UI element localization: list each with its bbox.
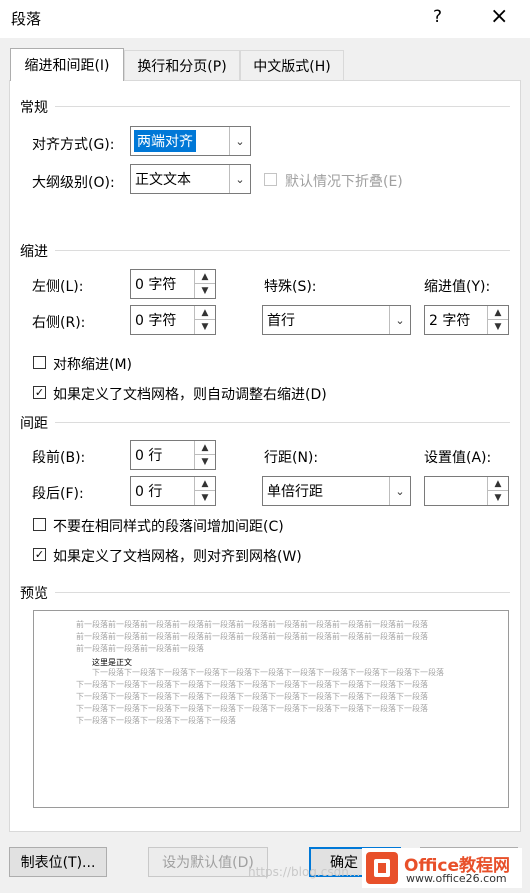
- tabs-button[interactable]: 制表位(T)...: [9, 847, 107, 877]
- tabs-button-label: 制表位(T)...: [20, 855, 96, 871]
- indent-right-spinner[interactable]: 0 字符 ▲ ▼: [130, 305, 216, 335]
- divider: [55, 592, 510, 593]
- tab-label: 缩进和间距(I): [24, 58, 110, 74]
- chevron-down-icon: ⌄: [389, 477, 410, 505]
- preview-prev-line: 前一段落前一段落前一段落前一段落前一段落前一段落前一段落前一段落前一段落前一段落…: [76, 620, 428, 629]
- outline-level-label: 大纲级别(O):: [32, 175, 115, 191]
- special-dropdown[interactable]: 首行 ⌄: [262, 305, 411, 335]
- tab-line-page-breaks[interactable]: 换行和分页(P): [124, 50, 240, 81]
- help-button[interactable]: ?: [433, 7, 442, 27]
- title-bar: [0, 0, 530, 38]
- before-label: 段前(B):: [32, 450, 86, 466]
- at-label: 设置值(A):: [424, 450, 492, 466]
- after-label: 段后(F):: [32, 486, 84, 502]
- indent-left-value: 0 字符: [135, 277, 177, 293]
- special-label: 特殊(S):: [264, 279, 317, 295]
- preview-next-line: 下一段落下一段落下一段落下一段落下一段落下一段落下一段落下一段落下一段落下一段落…: [76, 692, 428, 701]
- divider: [55, 106, 510, 107]
- outline-level-dropdown[interactable]: 正文文本 ⌄: [130, 164, 251, 194]
- indent-right-label: 右侧(R):: [32, 315, 86, 331]
- chevron-down-icon: ⌄: [229, 165, 250, 193]
- preview-next-line: 下一段落下一段落下一段落下一段落下一段落下一段落下一段落下一段落下一段落下一段落…: [76, 704, 428, 713]
- watermark-url-overlay: https://blog.csdn...: [248, 865, 361, 879]
- office-logo-icon: [366, 852, 398, 884]
- at-spinner[interactable]: ▲ ▼: [424, 476, 509, 506]
- spin-down-icon[interactable]: ▼: [195, 455, 215, 469]
- collapse-label: 默认情况下折叠(E): [285, 174, 403, 190]
- line-spacing-value: 单倍行距: [267, 484, 323, 500]
- tab-asian-typography[interactable]: 中文版式(H): [240, 50, 344, 81]
- indent-left-label: 左侧(L):: [32, 279, 84, 295]
- auto-adjust-label: 如果定义了文档网格，则自动调整右缩进(D): [53, 387, 327, 403]
- preview-pane: 前一段落前一段落前一段落前一段落前一段落前一段落前一段落前一段落前一段落前一段落…: [33, 610, 509, 808]
- spin-down-icon[interactable]: ▼: [195, 491, 215, 505]
- alignment-dropdown[interactable]: 两端对齐 ⌄: [130, 126, 251, 156]
- spin-up-icon[interactable]: ▲: [488, 306, 508, 320]
- alignment-label: 对齐方式(G):: [32, 137, 115, 153]
- line-spacing-dropdown[interactable]: 单倍行距 ⌄: [262, 476, 411, 506]
- preview-next-line: 下一段落下一段落下一段落下一段落下一段落下一段落下一段落下一段落下一段落下一段落…: [76, 680, 428, 689]
- tab-indent-spacing[interactable]: 缩进和间距(I): [10, 48, 124, 81]
- no-space-same-style-label: 不要在相同样式的段落间增加间距(C): [53, 519, 284, 535]
- spin-down-icon[interactable]: ▼: [488, 320, 508, 334]
- collapse-checkbox[interactable]: [264, 173, 277, 186]
- auto-adjust-checkbox[interactable]: ✓: [33, 386, 46, 399]
- line-spacing-label: 行距(N):: [264, 450, 319, 466]
- snap-to-grid-label: 如果定义了文档网格，则对齐到网格(W): [53, 549, 302, 565]
- tab-label: 中文版式(H): [253, 59, 331, 75]
- divider: [55, 422, 510, 423]
- chevron-down-icon: ⌄: [389, 306, 410, 334]
- spin-down-icon[interactable]: ▼: [195, 284, 215, 298]
- preview-prev-line: 前一段落前一段落前一段落前一段落: [76, 644, 204, 653]
- indent-right-value: 0 字符: [135, 313, 177, 329]
- spin-down-icon[interactable]: ▼: [195, 320, 215, 334]
- snap-to-grid-checkbox[interactable]: ✓: [33, 548, 46, 561]
- indent-by-spinner[interactable]: 2 字符 ▲ ▼: [424, 305, 509, 335]
- watermark: Office教程网 www.office26.com: [362, 848, 522, 888]
- section-preview-title: 预览: [20, 586, 48, 602]
- alignment-value: 两端对齐: [134, 130, 196, 152]
- divider: [55, 250, 510, 251]
- spin-up-icon[interactable]: ▲: [488, 477, 508, 491]
- indent-left-spinner[interactable]: 0 字符 ▲ ▼: [130, 269, 216, 299]
- special-value: 首行: [267, 313, 295, 329]
- spin-down-icon[interactable]: ▼: [488, 491, 508, 505]
- indent-by-label: 缩进值(Y):: [424, 279, 491, 295]
- preview-next-line: 下一段落下一段落下一段落下一段落下一段落下一段落下一段落下一段落下一段落下一段落…: [92, 668, 444, 677]
- tab-label: 换行和分页(P): [137, 59, 227, 75]
- mirror-indents-label: 对称缩进(M): [53, 357, 133, 373]
- after-spinner[interactable]: 0 行 ▲ ▼: [130, 476, 216, 506]
- spin-up-icon[interactable]: ▲: [195, 441, 215, 455]
- close-button[interactable]: ×: [490, 4, 508, 29]
- spin-up-icon[interactable]: ▲: [195, 270, 215, 284]
- mirror-indents-checkbox[interactable]: [33, 356, 46, 369]
- spin-up-icon[interactable]: ▲: [195, 477, 215, 491]
- before-value: 0 行: [135, 448, 163, 464]
- chevron-down-icon: ⌄: [229, 127, 250, 155]
- before-spinner[interactable]: 0 行 ▲ ▼: [130, 440, 216, 470]
- set-default-button-label: 设为默认值(D): [162, 855, 254, 871]
- dialog-title: 段落: [11, 10, 42, 28]
- after-value: 0 行: [135, 484, 163, 500]
- spin-up-icon[interactable]: ▲: [195, 306, 215, 320]
- preview-prev-line: 前一段落前一段落前一段落前一段落前一段落前一段落前一段落前一段落前一段落前一段落…: [76, 632, 428, 641]
- indent-by-value: 2 字符: [429, 313, 471, 329]
- watermark-url: www.office26.com: [406, 872, 507, 885]
- preview-next-line: 下一段落下一段落下一段落下一段落下一段落: [76, 716, 236, 725]
- section-general-title: 常规: [20, 100, 48, 116]
- section-spacing-title: 间距: [20, 416, 48, 432]
- section-indent-title: 缩进: [20, 244, 48, 260]
- no-space-same-style-checkbox[interactable]: [33, 518, 46, 531]
- outline-level-value: 正文文本: [135, 172, 191, 188]
